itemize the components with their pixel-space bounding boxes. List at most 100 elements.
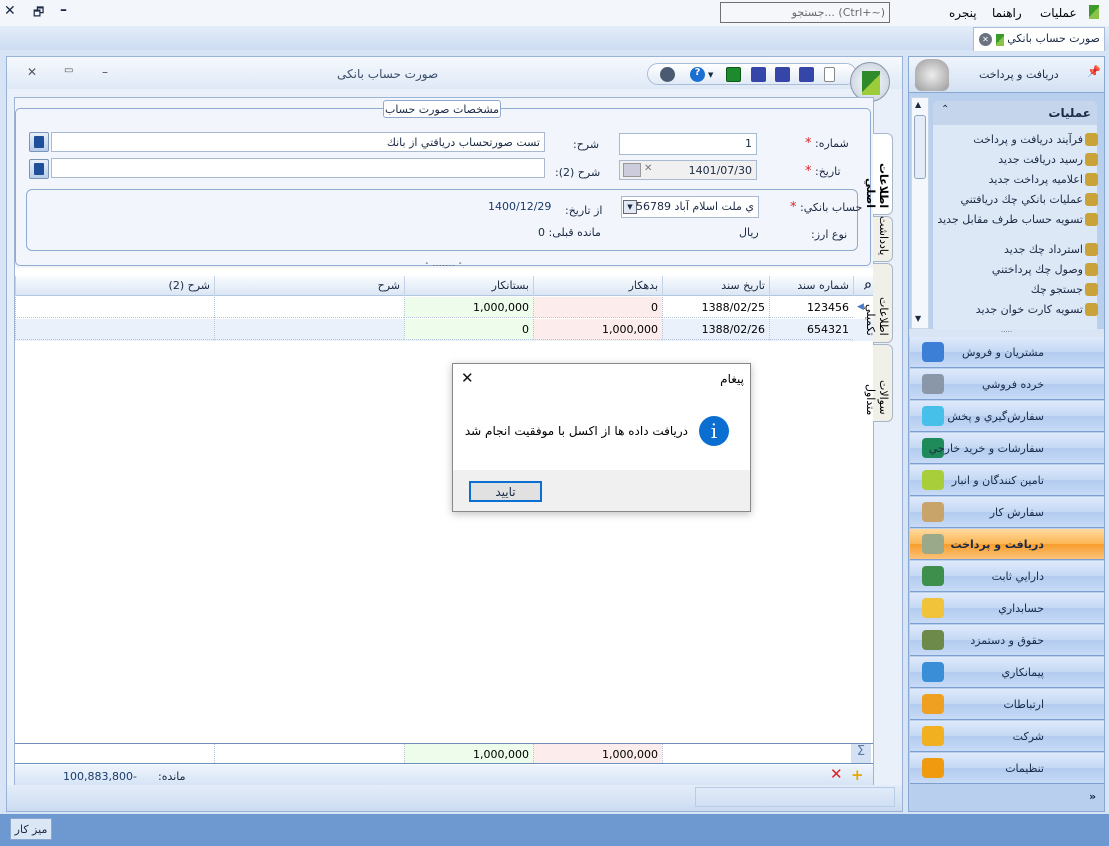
number-field[interactable]: 1	[619, 133, 757, 155]
cell-desc[interactable]	[214, 297, 404, 318]
cell-doc-number[interactable]: 123456	[769, 297, 853, 318]
desc2-field[interactable]	[51, 158, 545, 178]
sidebar-nav-item[interactable]: شركت	[910, 721, 1104, 752]
menu-bar: ✕ 🗗 – جستجو... (Ctrl+~) پنجره راهنما عمل…	[0, 0, 1109, 26]
tab-faq[interactable]: سوالات متداول	[864, 344, 893, 422]
minimize-app-button[interactable]: –	[60, 2, 67, 18]
menu-operations[interactable]: عمليات	[1040, 6, 1077, 20]
ops-scrollbar[interactable]: ▲ ▼	[911, 97, 929, 329]
save-close-icon[interactable]	[751, 67, 766, 82]
save-as-icon[interactable]	[775, 67, 790, 82]
col-doc-number[interactable]: شماره سند	[769, 276, 853, 296]
sidebar-op-item[interactable]: استرداد چك جديد	[933, 243, 1101, 261]
sidebar-nav-item[interactable]: خرده فروشي	[910, 369, 1104, 400]
settings-icon[interactable]	[660, 67, 675, 82]
tab-main-info[interactable]: اطلاعات اصلي	[864, 133, 893, 215]
sidebar-op-item[interactable]: رسيد دريافت جديد	[933, 153, 1101, 171]
clear-date-icon[interactable]: ✕	[644, 163, 652, 174]
sidebar-nav-item[interactable]: پيمانكاري	[910, 657, 1104, 688]
tab-bank-statement[interactable]: صورت حساب بانكي ✕	[973, 27, 1105, 51]
new-icon[interactable]	[824, 67, 835, 82]
cell-credit[interactable]: 1,000,000	[404, 297, 533, 318]
sidebar-header: دريافت و پرداخت 📌	[909, 57, 1104, 93]
scroll-down-icon[interactable]: ▼	[915, 314, 921, 323]
form-close-button[interactable]: ✕	[27, 65, 37, 79]
sidebar-nav-item[interactable]: تنظيمات	[910, 753, 1104, 784]
save-icon[interactable]	[799, 67, 814, 82]
form-minimize-button[interactable]: –	[102, 65, 108, 79]
sidebar-nav-item[interactable]: ارتباطات	[910, 689, 1104, 720]
menu-window[interactable]: پنجره	[949, 6, 977, 20]
cell-desc[interactable]	[214, 319, 404, 340]
dropdown-icon[interactable]: ▼	[708, 71, 713, 79]
sidebar-op-item[interactable]: وصول چك پرداختني	[933, 263, 1101, 281]
tab-extra-info[interactable]: اطلاعات تكميلي	[864, 263, 893, 343]
sidebar-nav-item[interactable]: سفارش‌گيري و پخش	[910, 401, 1104, 432]
delete-row-icon[interactable]: ✕	[830, 765, 843, 783]
desc-field[interactable]: تست صورتحساب دريافتي از بانك	[51, 132, 545, 152]
op-label: استرداد چك جديد	[1004, 243, 1083, 256]
sidebar-nav-item[interactable]: مشتريان و فروش	[910, 337, 1104, 368]
table-row[interactable]: ◀ 123456 1388/02/25 0 1,000,000	[15, 297, 873, 319]
add-row-icon[interactable]: +	[851, 766, 864, 784]
sidebar-op-item[interactable]: تسويه حساب طرف مقابل جديد	[933, 213, 1101, 243]
excel-icon[interactable]	[726, 67, 741, 82]
pin-icon[interactable]: 📌	[1087, 65, 1101, 78]
col-debit[interactable]: بدهكار	[533, 276, 662, 296]
tab-close-icon[interactable]: ✕	[979, 33, 992, 46]
splitter-handle[interactable]: ˄ ······· ˄	[425, 262, 463, 270]
cell-doc-number[interactable]: 654321	[769, 319, 853, 340]
collapse-icon[interactable]: ⌃	[941, 104, 949, 115]
col-desc2[interactable]: شرح (2)	[15, 276, 214, 296]
cell-doc-date[interactable]: 1388/02/25	[662, 297, 769, 318]
form-restore-button[interactable]: ▭	[64, 65, 73, 76]
table-row[interactable]: 654321 1388/02/26 1,000,000 0	[15, 319, 873, 341]
save-desc2-button[interactable]	[29, 159, 49, 179]
cell-credit[interactable]: 0	[404, 319, 533, 340]
col-credit[interactable]: بستانكار	[404, 276, 533, 296]
sidebar-op-item[interactable]: فرآيند دريافت و پرداخت	[933, 133, 1101, 151]
ok-button[interactable]: تاييد	[469, 481, 542, 502]
sidebar-nav-item[interactable]: دارايي ثابت	[910, 561, 1104, 592]
sidebar-nav-item[interactable]: دريافت و پرداخت	[910, 529, 1104, 560]
sidebar-splitter[interactable]: ·····	[909, 329, 1104, 337]
restore-app-button[interactable]: 🗗	[33, 3, 44, 24]
sidebar-expand-icon[interactable]: »	[1089, 790, 1096, 803]
scroll-thumb[interactable]	[914, 115, 926, 179]
cell-desc2[interactable]	[15, 319, 214, 340]
sidebar-nav-item[interactable]: تامين كنندگان و انبار	[910, 465, 1104, 496]
cell-debit[interactable]: 1,000,000	[533, 319, 662, 340]
sidebar-nav-item[interactable]: حقوق و دستمزد	[910, 625, 1104, 656]
dialog-close-button[interactable]: ✕	[461, 369, 474, 387]
op-label: تسويه كارت خوان جديد	[975, 303, 1083, 316]
ops-panel-header[interactable]: عمليات ⌃	[933, 101, 1097, 125]
search-input[interactable]: جستجو... (Ctrl+~)	[720, 2, 890, 23]
col-doc-date[interactable]: تاريخ سند	[662, 276, 769, 296]
sidebar-op-item[interactable]: اعلاميه پرداخت جديد	[933, 173, 1101, 191]
nav-label: تنظيمات	[1005, 762, 1044, 775]
sidebar-op-item[interactable]: جستجو چك	[933, 283, 1101, 301]
save-desc-button[interactable]	[29, 132, 49, 152]
op-icon	[1085, 213, 1098, 226]
scroll-up-icon[interactable]: ▲	[915, 100, 921, 109]
calendar-icon[interactable]	[623, 163, 641, 177]
sidebar-nav-item[interactable]: سفارشات و خريد خارجي	[910, 433, 1104, 464]
tab-notes[interactable]: يادداشت	[873, 216, 893, 262]
sidebar-op-item[interactable]: تسويه كارت خوان جديد	[933, 303, 1101, 321]
grid-search-icon[interactable]: ⌕	[853, 276, 873, 296]
col-desc[interactable]: شرح	[214, 276, 404, 296]
nav-icon	[922, 598, 944, 618]
bank-account-select[interactable]: ي ملت اسلام آباد 56789	[621, 196, 759, 218]
chevron-down-icon[interactable]: ▼	[623, 200, 637, 214]
cell-desc2[interactable]	[15, 297, 214, 318]
close-app-button[interactable]: ✕	[4, 3, 16, 19]
sidebar-nav-item[interactable]: حسابداري	[910, 593, 1104, 624]
menu-help[interactable]: راهنما	[992, 6, 1022, 20]
cell-debit[interactable]: 0	[533, 297, 662, 318]
cell-doc-date[interactable]: 1388/02/26	[662, 319, 769, 340]
desktop-button[interactable]: ميز كار	[10, 818, 52, 840]
app-orb-logo[interactable]	[850, 62, 890, 102]
sidebar-op-item[interactable]: عمليات بانكي چك دريافتني	[933, 193, 1101, 211]
sidebar-nav-item[interactable]: سفارش كار	[910, 497, 1104, 528]
help-icon[interactable]: ?	[690, 67, 705, 82]
